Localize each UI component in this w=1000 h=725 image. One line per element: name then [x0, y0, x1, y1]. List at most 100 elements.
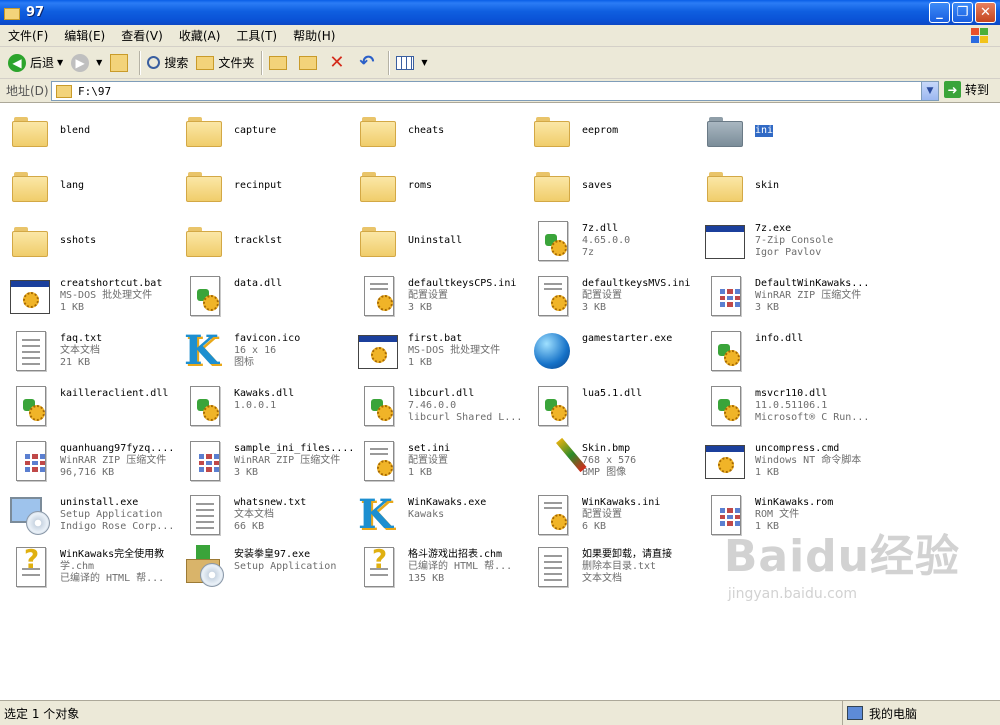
file-item[interactable]: 7z.dll 4.65.0.0 7z: [530, 219, 700, 271]
ini-file-icon: [530, 493, 574, 537]
file-item[interactable]: ? 格斗游戏出招表.chm 已编译的 HTML 帮... 135 KB: [356, 545, 526, 597]
file-item[interactable]: ? WinKawaks完全使用教 学.chm 已编译的 HTML 帮...: [8, 545, 178, 597]
close-button[interactable]: ✕: [975, 2, 996, 23]
maximize-button[interactable]: ❐: [952, 2, 973, 23]
file-item[interactable]: kailleraclient.dll: [8, 384, 178, 436]
back-button[interactable]: ◀ 后退 ▼: [4, 50, 67, 76]
file-detail: 图标: [234, 357, 254, 368]
file-item[interactable]: whatsnew.txt 文本文档 66 KB: [182, 493, 352, 545]
file-item[interactable]: K WinKawaks.exe Kawaks: [356, 493, 526, 545]
menu-tools[interactable]: 工具(T): [228, 27, 285, 44]
file-item[interactable]: cheats: [356, 109, 526, 161]
menu-edit[interactable]: 编辑(E): [56, 27, 113, 44]
menu-help[interactable]: 帮助(H): [285, 27, 343, 44]
folders-icon: [196, 55, 215, 70]
file-item[interactable]: lang: [8, 164, 178, 216]
file-item[interactable]: 7z.exe 7-Zip Console Igor Pavlov: [703, 219, 873, 271]
status-text: 选定 1 个对象: [0, 701, 843, 725]
folder-icon: [530, 164, 574, 208]
folder-icon: [703, 109, 747, 153]
file-item[interactable]: first.bat MS-DOS 批处理文件 1 KB: [356, 329, 526, 381]
file-name: saves: [582, 180, 613, 191]
file-detail: 1.0.0.1: [234, 400, 277, 411]
menu-file[interactable]: 文件(F): [0, 27, 56, 44]
delete-button[interactable]: ✕: [325, 50, 355, 76]
address-input[interactable]: F:\97 ▼: [51, 81, 939, 101]
file-item[interactable]: uncompress.cmd Windows NT 命令脚本 1 KB: [703, 439, 873, 491]
file-item[interactable]: quanhuang97fyzq.... WinRAR ZIP 压缩文件 96,716…: [8, 439, 178, 491]
views-button[interactable]: ▼: [392, 50, 431, 76]
file-item[interactable]: uninstall.exe Setup Application Indigo Ros…: [8, 493, 178, 545]
file-item[interactable]: 如果要卸载，请直接 删除本目录.txt 文本文档: [530, 545, 700, 597]
file-detail: 学.chm: [60, 561, 95, 572]
file-item[interactable]: faq.txt 文本文档 21 KB: [8, 329, 178, 381]
setup-monitor-icon: [8, 493, 52, 537]
file-item[interactable]: WinKawaks.ini 配置设置 6 KB: [530, 493, 700, 545]
folder-icon: [356, 109, 400, 153]
chevron-down-icon[interactable]: ▼: [921, 82, 938, 100]
file-detail: 66 KB: [234, 521, 265, 532]
file-item[interactable]: info.dll: [703, 329, 873, 381]
go-button[interactable]: ➜ 转到: [944, 81, 989, 98]
file-item[interactable]: creatshortcut.bat MS-DOS 批处理文件 1 KB: [8, 274, 178, 326]
search-button[interactable]: 搜索: [143, 50, 192, 76]
undo-button[interactable]: ↶: [355, 50, 385, 76]
minimize-button[interactable]: _: [929, 2, 950, 23]
file-item[interactable]: gamestarter.exe: [530, 329, 700, 381]
file-detail: WinRAR ZIP 压缩文件: [755, 290, 862, 301]
up-button[interactable]: [106, 50, 136, 76]
file-item[interactable]: lua5.1.dll: [530, 384, 700, 436]
file-item[interactable]: data.dll: [182, 274, 352, 326]
file-detail: 配置设置: [408, 290, 448, 301]
file-item[interactable]: Skin.bmp 768 x 576 BMP 图像: [530, 437, 700, 491]
file-item[interactable]: tracklst: [182, 219, 352, 271]
forward-button[interactable]: ▶ ▼: [67, 50, 106, 76]
copy-to-button[interactable]: [295, 50, 325, 76]
file-item[interactable]: ini: [703, 109, 873, 161]
file-name: defaultkeysCPS.ini: [408, 278, 517, 289]
file-name: WinKawaks完全使用教: [60, 549, 165, 560]
file-item[interactable]: 安装拳皇97.exe Setup Application: [182, 545, 352, 597]
file-item[interactable]: roms: [356, 164, 526, 216]
dll-file-icon: [703, 329, 747, 373]
file-item[interactable]: recinput: [182, 164, 352, 216]
file-name: lua5.1.dll: [582, 388, 643, 399]
back-label: 后退: [30, 56, 55, 70]
file-name: sample_ini_files....: [234, 443, 355, 454]
file-item[interactable]: eeprom: [530, 109, 700, 161]
file-item[interactable]: Kawaks.dll 1.0.0.1: [182, 384, 352, 436]
file-item[interactable]: sshots: [8, 219, 178, 271]
menu-favorites[interactable]: 收藏(A): [171, 27, 229, 44]
text-file-icon: [530, 545, 574, 589]
move-to-button[interactable]: [265, 50, 295, 76]
file-item[interactable]: sample_ini_files.... WinRAR ZIP 压缩文件 3 KB: [182, 439, 355, 491]
file-name: ini: [755, 125, 774, 137]
file-name: Uninstall: [408, 235, 463, 246]
file-detail: 4.65.0.0: [582, 235, 631, 246]
file-detail: 1 KB: [60, 302, 85, 313]
menu-view[interactable]: 查看(V): [113, 27, 171, 44]
file-item[interactable]: skin: [703, 164, 873, 216]
chevron-down-icon[interactable]: ▼: [421, 58, 427, 67]
chevron-down-icon[interactable]: ▼: [96, 58, 102, 67]
file-detail: Igor Pavlov: [755, 247, 822, 258]
file-item[interactable]: libcurl.dll 7.46.0.0 libcurl Shared L...: [356, 384, 526, 436]
file-detail: 11.0.51106.1: [755, 400, 828, 411]
batch-file-icon: [8, 274, 52, 318]
file-item[interactable]: saves: [530, 164, 700, 216]
folders-button[interactable]: 文件夹: [192, 50, 258, 76]
file-list: blend capture cheats eeprom ini lang recinput r…: [0, 103, 1000, 700]
file-item[interactable]: blend: [8, 109, 178, 161]
file-item[interactable]: set.ini 配置设置 1 KB: [356, 439, 526, 491]
file-item[interactable]: msvcr110.dll 11.0.51106.1 Microsoft® C Run…: [703, 384, 873, 436]
file-item[interactable]: Uninstall: [356, 219, 526, 271]
file-item[interactable]: DefaultWinKawaks... WinRAR ZIP 压缩文件 3 KB: [703, 274, 873, 326]
file-item[interactable]: defaultkeysMVS.ini 配置设置 3 KB: [530, 274, 700, 326]
file-item[interactable]: capture: [182, 109, 352, 161]
chevron-down-icon[interactable]: ▼: [57, 58, 63, 67]
file-name: creatshortcut.bat: [60, 278, 163, 289]
file-item[interactable]: defaultkeysCPS.ini 配置设置 3 KB: [356, 274, 526, 326]
window-title: 97: [26, 5, 45, 20]
file-item[interactable]: Kfavicon.ico 16 x 16 图标: [182, 329, 352, 381]
dll-file-icon: [530, 219, 574, 263]
